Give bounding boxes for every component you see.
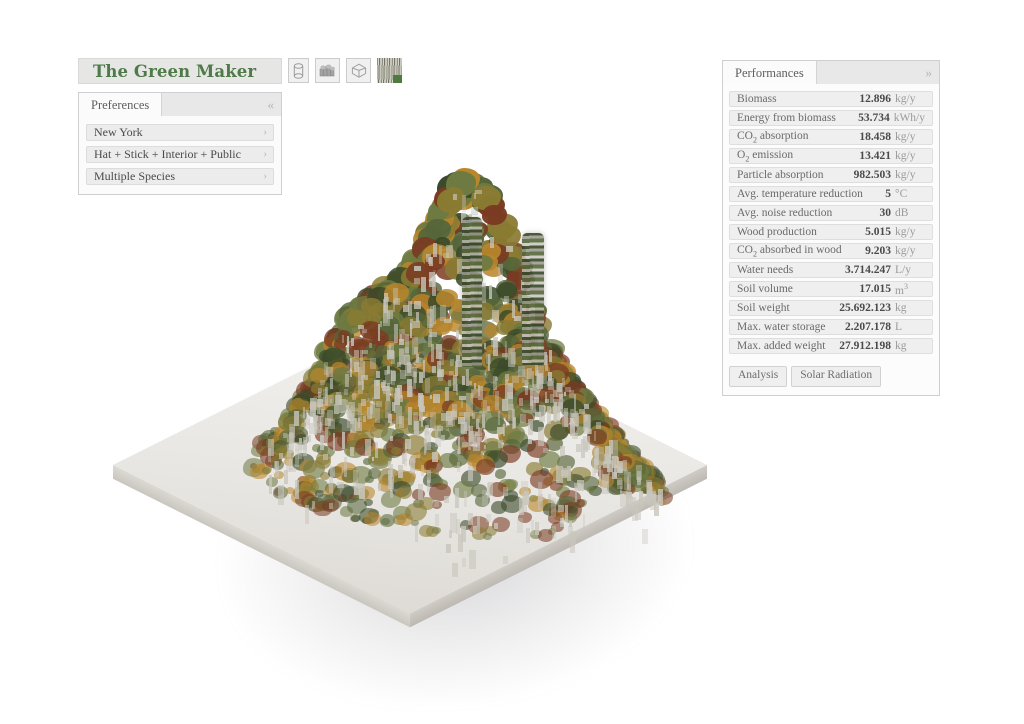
performances-panel: Performances » Biomass 12.896 kg/y Energy f… xyxy=(722,60,940,396)
performance-value: 27.912.198 xyxy=(839,340,891,352)
preference-row[interactable]: Hat + Stick + Interior + Public › xyxy=(86,146,274,163)
performance-unit: kWh/y xyxy=(893,112,925,124)
preferences-list: New York › Hat + Stick + Interior + Public… xyxy=(78,116,282,195)
performance-label: Max. water storage xyxy=(737,321,826,333)
preferences-tab-filler: « xyxy=(162,93,281,116)
performance-unit: kg/y xyxy=(895,169,916,181)
app-title-bar: The Green Maker xyxy=(78,58,282,84)
performance-row: CO2 absorbed in wood 9.203 kg/y xyxy=(729,243,933,259)
performance-unit: kg xyxy=(895,302,907,314)
performance-row: Max. water storage 2.207.178 L xyxy=(729,319,933,335)
performance-row: Energy from biomass 53.734 kWh/y xyxy=(729,110,933,126)
expand-right-icon[interactable]: » xyxy=(926,66,932,79)
view-mode-toolbar[interactable] xyxy=(288,58,402,83)
texture-thumbnail-icon[interactable] xyxy=(377,58,402,83)
action-button-solar-radiation[interactable]: Solar Radiation xyxy=(791,366,882,387)
performance-label: Soil weight xyxy=(737,302,790,314)
performance-unit: kg xyxy=(895,340,907,352)
performance-label: CO2 absorbed in wood xyxy=(737,243,842,259)
preference-row-label: New York xyxy=(94,125,143,139)
performance-row: O2 emission 13.421 kg/y xyxy=(729,148,933,164)
performance-value: 25.692.123 xyxy=(839,302,891,314)
preference-row-label: Multiple Species xyxy=(94,169,175,183)
performance-row: Soil volume 17.015 m3 xyxy=(729,281,933,297)
performance-row: Wood production 5.015 kg/y xyxy=(729,224,933,240)
performance-row: Soil weight 25.692.123 kg xyxy=(729,300,933,316)
performance-label: Avg. noise reduction xyxy=(737,207,833,219)
performance-label: Max. added weight xyxy=(737,340,826,352)
performance-row: Max. added weight 27.912.198 kg xyxy=(729,338,933,354)
performance-label: Water needs xyxy=(737,264,794,276)
performance-value: 18.458 xyxy=(859,131,891,143)
performance-label: O2 emission xyxy=(737,148,794,164)
performance-label: CO2 absorption xyxy=(737,129,809,145)
performance-unit: L xyxy=(895,321,903,333)
performance-row: Biomass 12.896 kg/y xyxy=(729,91,933,107)
performance-value: 53.734 xyxy=(858,112,890,124)
performance-row-container: Biomass 12.896 kg/y Energy from biomass 53.7… xyxy=(729,91,933,354)
tab-preferences[interactable]: Preferences xyxy=(79,93,163,116)
performance-unit: m3 xyxy=(895,281,908,297)
preference-row[interactable]: New York › xyxy=(86,124,274,141)
chevron-right-icon[interactable]: › xyxy=(263,127,267,138)
performance-row: CO2 absorption 18.458 kg/y xyxy=(729,129,933,145)
preference-row-label: Hat + Stick + Interior + Public xyxy=(94,147,241,161)
sphere-wireframe-icon[interactable] xyxy=(346,58,371,83)
performance-value: 982.503 xyxy=(853,169,891,181)
performance-unit: °C xyxy=(895,188,908,200)
performance-unit: kg/y xyxy=(895,93,916,105)
collapse-left-icon[interactable]: « xyxy=(268,98,274,111)
performance-value: 30 xyxy=(879,207,892,219)
performance-row: Water needs 3.714.247 L/y xyxy=(729,262,933,278)
performances-metrics: Biomass 12.896 kg/y Energy from biomass 53.7… xyxy=(722,84,940,396)
chevron-right-icon[interactable]: › xyxy=(263,149,267,160)
performances-tab-filler: » xyxy=(816,61,939,84)
performance-unit: L/y xyxy=(895,264,911,276)
performance-row: Avg. noise reduction 30 dB xyxy=(729,205,933,221)
performance-row: Particle absorption 982.503 kg/y xyxy=(729,167,933,183)
action-button-analysis[interactable]: Analysis xyxy=(729,366,788,387)
performance-label: Wood production xyxy=(737,226,817,238)
performance-unit: kg/y xyxy=(895,226,916,238)
performance-value: 13.421 xyxy=(859,150,891,162)
performance-value: 2.207.178 xyxy=(845,321,891,333)
preference-row[interactable]: Multiple Species › xyxy=(86,168,274,185)
performance-unit: dB xyxy=(895,207,909,219)
performance-label: Soil volume xyxy=(737,283,793,295)
performance-value: 3.714.247 xyxy=(845,264,891,276)
performance-label: Particle absorption xyxy=(737,169,824,181)
preferences-tabbar: Preferences « xyxy=(78,92,282,116)
page-title: The Green Maker xyxy=(93,61,257,81)
performance-value: 12.896 xyxy=(859,93,891,105)
performance-row: Avg. temperature reduction 5 °C xyxy=(729,186,933,202)
performances-action-buttons: Analysis Solar Radiation xyxy=(729,366,933,387)
tab-performances[interactable]: Performances xyxy=(723,61,817,84)
performance-unit: kg/y xyxy=(895,131,916,143)
performance-label: Biomass xyxy=(737,93,777,105)
performance-value: 17.015 xyxy=(859,283,891,295)
performance-label: Avg. temperature reduction xyxy=(737,188,863,200)
performance-value: 5 xyxy=(885,188,891,200)
performance-value: 9.203 xyxy=(865,245,891,257)
performance-label: Energy from biomass xyxy=(737,112,836,124)
performance-unit: kg/y xyxy=(895,245,916,257)
preferences-panel: Preferences « New York › Hat + Stick + Int… xyxy=(78,92,282,195)
extrude-volume-icon[interactable] xyxy=(288,58,309,83)
cluster-massing-icon[interactable] xyxy=(315,58,340,83)
performance-unit: kg/y xyxy=(895,150,916,162)
chevron-right-icon[interactable]: › xyxy=(263,171,267,182)
performances-tabbar: Performances » xyxy=(722,60,940,84)
performance-value: 5.015 xyxy=(865,226,891,238)
